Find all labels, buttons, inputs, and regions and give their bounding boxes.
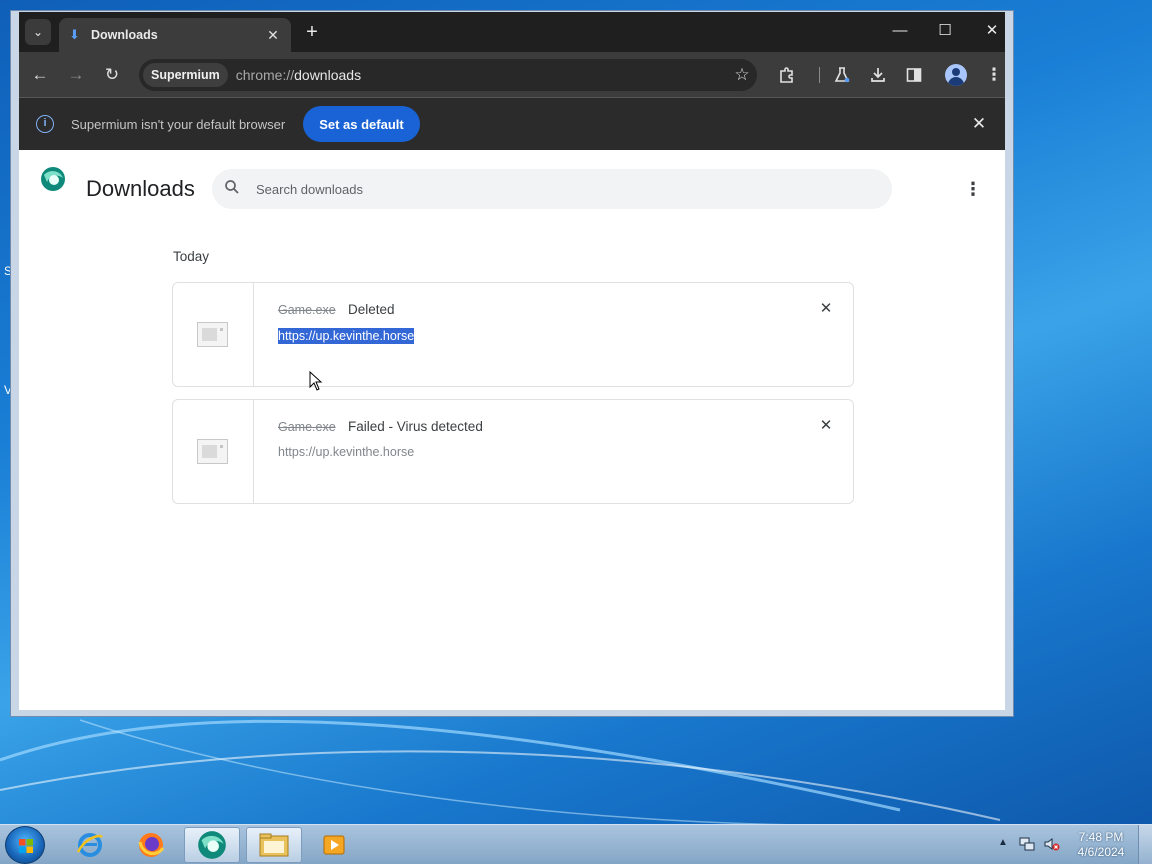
close-window-button[interactable]: ✕: [977, 20, 1007, 42]
browser-window: ⌄ ⬇ Downloads ✕ + — ☐ ✕ ← → ↻ Supermium …: [10, 10, 1014, 717]
new-tab-button[interactable]: +: [301, 21, 323, 43]
file-icon: [197, 439, 228, 464]
search-input[interactable]: [256, 181, 856, 197]
chevron-down-icon: ⌄: [32, 25, 44, 39]
tray-expand-icon[interactable]: ▲: [996, 837, 1010, 848]
back-button[interactable]: ←: [27, 62, 53, 88]
mouse-cursor-icon: [309, 371, 323, 391]
page-title: Downloads: [86, 176, 195, 201]
page-menu-icon[interactable]: ⋮: [964, 178, 982, 200]
browser-menu-icon[interactable]: ⋮: [981, 62, 1007, 88]
system-clock[interactable]: 7:48 PM 4/6/2024: [1074, 830, 1128, 860]
supermium-logo-icon: [41, 167, 65, 191]
download-icon: ⬇: [69, 27, 80, 42]
info-icon: i: [36, 115, 54, 133]
tab-downloads[interactable]: ⬇ Downloads ✕: [59, 18, 291, 52]
extensions-puzzle-icon[interactable]: [774, 62, 800, 88]
labs-flask-icon[interactable]: [829, 62, 855, 88]
toolbar-separator: [819, 67, 820, 83]
downloads-icon[interactable]: [865, 62, 891, 88]
avatar-head: [952, 68, 960, 76]
browser-name-chip[interactable]: Supermium: [143, 63, 228, 87]
download-url[interactable]: https://up.kevinthe.horse: [278, 445, 414, 459]
download-file-name[interactable]: Game.exe: [278, 303, 336, 317]
address-bar[interactable]: Supermium chrome://downloads ☆: [139, 59, 757, 91]
profile-avatar-icon[interactable]: [945, 64, 967, 86]
desktop-wallpaper-swirl: [0, 719, 1001, 826]
url-path: downloads: [294, 67, 362, 83]
download-status: Deleted: [348, 302, 395, 317]
tab-search-button[interactable]: ⌄: [25, 19, 51, 45]
network-icon[interactable]: [1019, 836, 1035, 852]
download-item-icon-area: [173, 400, 254, 503]
set-as-default-button[interactable]: Set as default: [303, 106, 420, 142]
remove-download-icon[interactable]: ✕: [817, 417, 835, 435]
bookmark-star-icon[interactable]: ☆: [727, 65, 757, 85]
browser-toolbar: ← → ↻ Supermium chrome://downloads ☆ ⋮: [19, 52, 1005, 98]
maximize-button[interactable]: ☐: [930, 20, 960, 42]
side-panel-icon[interactable]: [901, 62, 927, 88]
forward-button[interactable]: →: [63, 62, 89, 88]
taskbar-firefox[interactable]: [123, 827, 179, 863]
search-icon: [224, 179, 244, 199]
file-icon: [197, 322, 228, 347]
taskbar: ▲ 7:48 PM 4/6/2024: [0, 824, 1152, 864]
supermium-icon: [198, 831, 226, 859]
firefox-icon: [138, 833, 165, 857]
taskbar-supermium[interactable]: [184, 827, 240, 863]
clock-time: 7:48 PM: [1078, 830, 1124, 844]
avatar-body: [948, 77, 964, 86]
clock-date: 4/6/2024: [1077, 845, 1125, 859]
download-status: Failed - Virus detected: [348, 419, 483, 434]
folder-icon: [259, 833, 289, 857]
download-item-icon-area: [173, 283, 254, 386]
download-item: Game.exe Failed - Virus detected https:/…: [172, 399, 854, 504]
taskbar-file-explorer[interactable]: [246, 827, 302, 863]
close-tab-icon[interactable]: ✕: [265, 27, 281, 44]
taskbar-media-player[interactable]: [306, 827, 362, 863]
title-bar: ⌄ ⬇ Downloads ✕ + — ☐ ✕: [19, 12, 1005, 52]
close-infobar-icon[interactable]: ✕: [967, 112, 991, 136]
url-scheme: chrome://: [235, 67, 295, 83]
download-url[interactable]: https://up.kevinthe.horse: [278, 328, 415, 344]
show-desktop-button[interactable]: [1138, 825, 1152, 864]
volume-muted-icon[interactable]: [1044, 836, 1060, 852]
search-downloads-box[interactable]: [212, 169, 892, 209]
reload-button[interactable]: ↻: [99, 62, 125, 88]
download-item: Game.exe Deleted https://up.kevinthe.hor…: [172, 282, 854, 387]
tab-title: Downloads: [91, 28, 158, 42]
downloads-page: Downloads ⋮ Today Game.exe Deleted https…: [19, 150, 1005, 710]
remove-download-icon[interactable]: ✕: [817, 300, 835, 318]
taskbar-internet-explorer[interactable]: [62, 827, 118, 863]
media-player-icon: [323, 835, 345, 855]
internet-explorer-icon: [76, 833, 103, 857]
infobar-message: Supermium isn't your default browser: [71, 116, 286, 132]
default-browser-infobar: i Supermium isn't your default browser S…: [19, 98, 1005, 150]
download-file-name[interactable]: Game.exe: [278, 420, 336, 434]
minimize-button[interactable]: —: [885, 20, 915, 42]
start-button[interactable]: [5, 826, 45, 864]
address-url[interactable]: chrome://downloads: [236, 67, 727, 83]
windows-flag-icon: [19, 839, 33, 853]
date-header: Today: [173, 249, 210, 264]
